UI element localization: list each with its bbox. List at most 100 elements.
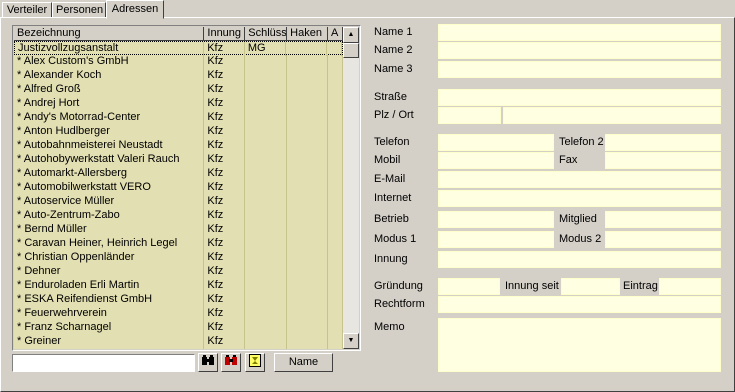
email-field[interactable] bbox=[438, 171, 721, 188]
table-row[interactable]: * Autohobywerkstatt Valeri Rauch Kfz bbox=[14, 153, 343, 167]
table-cell bbox=[245, 181, 288, 195]
column-bezeichnung[interactable]: Bezeichnung bbox=[14, 27, 205, 41]
column-haken[interactable]: Haken bbox=[287, 27, 329, 41]
table-row[interactable]: * Christian Oppenländer Kfz bbox=[14, 251, 343, 265]
table-row[interactable]: * Franz Scharnagel Kfz bbox=[14, 321, 343, 335]
table-cell bbox=[287, 223, 329, 237]
table-cell bbox=[245, 223, 288, 237]
column-a[interactable]: A bbox=[328, 27, 343, 41]
modus2-field[interactable] bbox=[605, 231, 721, 248]
tab-strip: Verteiler Personen Adressen bbox=[0, 0, 735, 19]
table-row[interactable]: * Dehner Kfz bbox=[14, 265, 343, 279]
table-cell bbox=[328, 251, 343, 265]
table-row[interactable]: * Andy's Motorrad-Center Kfz bbox=[14, 111, 343, 125]
table-row[interactable]: * Enduroladen Erli Martin Kfz bbox=[14, 279, 343, 293]
table-cell bbox=[245, 111, 288, 125]
search-input[interactable] bbox=[12, 354, 195, 372]
table-cell: * ESKA Reifendienst GmbH bbox=[14, 293, 205, 307]
table-row[interactable]: * Andrej Hort Kfz bbox=[14, 97, 343, 111]
telefon-field[interactable] bbox=[438, 134, 554, 151]
label-name1: Name 1 bbox=[374, 26, 413, 38]
table-cell: * Bernd Müller bbox=[14, 223, 205, 237]
name1-field[interactable] bbox=[438, 24, 721, 41]
find-button[interactable] bbox=[198, 353, 218, 372]
label-strasse: Straße bbox=[374, 91, 408, 103]
table-row[interactable]: * Autoservice Müller Kfz bbox=[14, 195, 343, 209]
telefon2-field[interactable] bbox=[605, 134, 721, 151]
table-cell bbox=[245, 209, 288, 223]
fax-field[interactable] bbox=[605, 152, 721, 169]
table-row[interactable]: * Autobahnmeisterei Neustadt Kfz bbox=[14, 139, 343, 153]
address-grid[interactable]: Bezeichnung Innung Schlüss Haken A Justi… bbox=[12, 25, 361, 351]
modus1-field[interactable] bbox=[438, 231, 554, 248]
table-cell: * Caravan Heiner, Heinrich Legel bbox=[14, 237, 205, 251]
column-schluessel[interactable]: Schlüss bbox=[245, 27, 288, 41]
plz-field[interactable] bbox=[438, 107, 501, 124]
name3-field[interactable] bbox=[438, 61, 721, 78]
table-cell: * Dehner bbox=[14, 265, 205, 279]
tab-adressen[interactable]: Adressen bbox=[106, 0, 164, 19]
scroll-up-arrow-icon[interactable]: ▲ bbox=[343, 27, 359, 43]
table-cell bbox=[245, 307, 288, 321]
table-cell: Kfz bbox=[204, 167, 246, 181]
table-row[interactable]: * Automarkt-Allersberg Kfz bbox=[14, 167, 343, 181]
grid-header: Bezeichnung Innung Schlüss Haken A bbox=[14, 27, 343, 41]
filter-icon bbox=[249, 354, 261, 370]
ort-field[interactable] bbox=[503, 107, 721, 124]
name2-field[interactable] bbox=[438, 42, 721, 59]
table-cell bbox=[245, 335, 288, 349]
eintrag-field[interactable] bbox=[659, 278, 721, 295]
label-email: E-Mail bbox=[374, 173, 406, 185]
gruendung-field[interactable] bbox=[438, 278, 500, 295]
table-cell bbox=[328, 111, 343, 125]
table-row[interactable]: * Auto-Zentrum-Zabo Kfz bbox=[14, 209, 343, 223]
table-cell: * Greiner bbox=[14, 335, 205, 349]
table-row[interactable]: * ESKA Reifendienst GmbH Kfz bbox=[14, 293, 343, 307]
column-innung[interactable]: Innung bbox=[204, 27, 246, 41]
strasse-field[interactable] bbox=[438, 89, 721, 106]
rechtform-field[interactable] bbox=[438, 296, 721, 313]
table-cell: Kfz bbox=[204, 321, 246, 335]
label-modus1: Modus 1 bbox=[374, 233, 417, 245]
filter-button[interactable] bbox=[245, 353, 265, 372]
tab-personen[interactable]: Personen bbox=[52, 2, 106, 18]
table-row[interactable]: * Anton Hudlberger Kfz bbox=[14, 125, 343, 139]
scroll-thumb[interactable] bbox=[343, 43, 359, 58]
table-cell bbox=[245, 237, 288, 251]
table-cell bbox=[287, 153, 329, 167]
table-cell: Kfz bbox=[204, 293, 246, 307]
betrieb-field[interactable] bbox=[438, 211, 554, 228]
table-row[interactable]: * Alfred Groß Kfz bbox=[14, 83, 343, 97]
table-cell: Kfz bbox=[204, 139, 246, 153]
table-cell: * Anton Hudlberger bbox=[14, 125, 205, 139]
table-row[interactable]: * Greiner Kfz bbox=[14, 335, 343, 349]
internet-field[interactable] bbox=[438, 190, 721, 207]
tab-verteiler[interactable]: Verteiler bbox=[2, 2, 52, 18]
table-cell: * Alfred Groß bbox=[14, 83, 205, 97]
table-cell bbox=[328, 167, 343, 181]
mobil-field[interactable] bbox=[438, 152, 554, 169]
table-row[interactable]: * Alexander Koch Kfz bbox=[14, 69, 343, 83]
table-row[interactable]: Justizvollzugsanstalt Kfz MG bbox=[14, 41, 343, 56]
table-cell bbox=[328, 69, 343, 83]
table-cell: * Feuerwehrverein bbox=[14, 307, 205, 321]
grid-vertical-scrollbar[interactable]: ▲ ▼ bbox=[343, 27, 359, 349]
table-row[interactable]: * Caravan Heiner, Heinrich Legel Kfz bbox=[14, 237, 343, 251]
sort-name-button[interactable]: Name bbox=[274, 353, 333, 372]
memo-textarea[interactable] bbox=[438, 318, 721, 372]
table-cell bbox=[287, 251, 329, 265]
table-row[interactable]: * Alex Custom's GmbH Kfz bbox=[14, 55, 343, 69]
table-cell: Kfz bbox=[204, 69, 246, 83]
table-cell bbox=[245, 83, 288, 97]
innung-field[interactable] bbox=[438, 251, 721, 268]
find-next-button[interactable] bbox=[221, 353, 241, 372]
table-cell: Kfz bbox=[204, 307, 246, 321]
scroll-down-arrow-icon[interactable]: ▼ bbox=[343, 333, 359, 349]
table-row[interactable]: * Bernd Müller Kfz bbox=[14, 223, 343, 237]
table-row[interactable]: * Feuerwehrverein Kfz bbox=[14, 307, 343, 321]
mitglied-field[interactable] bbox=[605, 211, 721, 228]
innung-seit-field[interactable] bbox=[561, 278, 620, 295]
table-row[interactable]: * Automobilwerkstatt VERO Kfz bbox=[14, 181, 343, 195]
label-innung: Innung bbox=[374, 253, 408, 265]
table-cell: * Auto-Zentrum-Zabo bbox=[14, 209, 205, 223]
